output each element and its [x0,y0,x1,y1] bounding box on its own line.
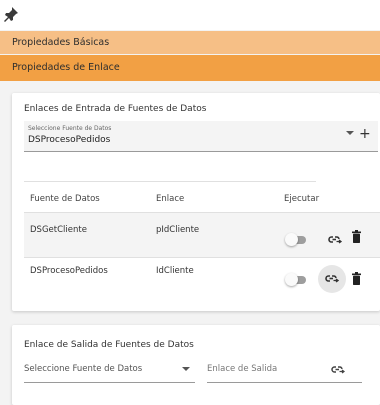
column-header-link: Enlace [156,194,185,204]
row-source: DSProcesoPedidos [30,266,108,276]
table-row: DSGetCliente pIdCliente [24,213,380,257]
chevron-down-icon [346,131,354,135]
data-source-select[interactable]: Seleccione Fuente de Datos DSProcesoPedi… [24,121,378,152]
row-source: DSGetCliente [30,225,87,235]
link-icon [325,275,339,283]
row-link: pIdCliente [156,225,200,235]
output-source-select-placeholder: Seleccione Fuente de Datos [24,364,143,374]
output-link-title: Enlace de Salida de Fuentes de Datos [24,340,194,350]
execute-toggle[interactable] [285,233,306,246]
section-basic-label: Propiedades Básicas [12,37,110,48]
row-link: IdCliente [156,266,194,276]
pin-icon[interactable] [3,6,19,24]
column-header-source: Fuente de Datos [30,194,100,204]
link-source-button[interactable] [321,226,349,254]
output-link-field[interactable]: Enlace de Salida [207,355,362,383]
add-icon[interactable]: + [359,127,371,141]
section-link-label: Propiedades de Enlace [12,62,120,73]
data-source-select-label: Seleccione Fuente de Datos [28,125,112,132]
chevron-down-icon [182,367,190,371]
link-source-button[interactable] [318,265,346,293]
column-header-execute: Ejecutar [284,194,320,204]
trash-icon[interactable] [352,270,361,289]
input-links-card: Enlaces de Entrada de Fuentes de Datos S… [12,93,380,311]
output-source-select[interactable]: Seleccione Fuente de Datos [24,355,195,383]
data-source-select-value: DSProcesoPedidos [28,135,111,145]
table-row: DSProcesoPedidos IdCliente [24,258,380,302]
trash-icon[interactable] [352,228,361,247]
section-link-properties[interactable]: Propiedades de Enlace [0,55,380,81]
page: Propiedades Básicas Propiedades de Enlac… [0,0,380,405]
input-links-title: Enlaces de Entrada de Fuentes de Datos [24,104,207,114]
divider [24,181,316,182]
output-link-card: Enlace de Salida de Fuentes de Datos Sel… [12,325,380,405]
link-icon [328,236,342,244]
output-link-placeholder: Enlace de Salida [207,364,278,374]
section-basic-properties[interactable]: Propiedades Básicas [0,31,380,54]
execute-toggle[interactable] [285,273,306,286]
link-icon[interactable] [331,364,345,376]
toolbar [0,0,380,30]
